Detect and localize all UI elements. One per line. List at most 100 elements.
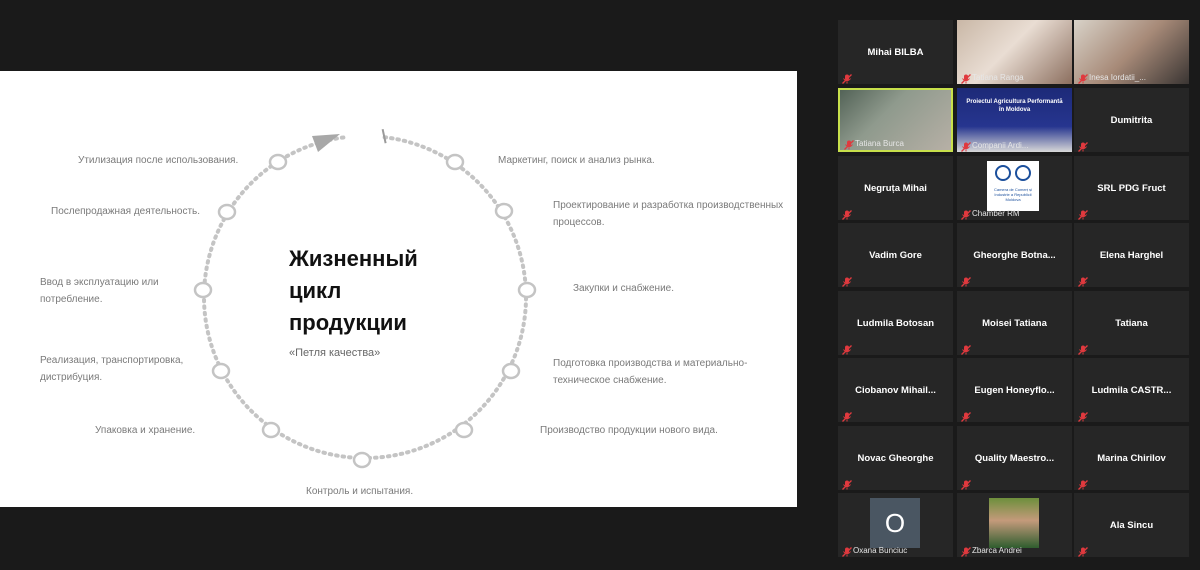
muted-mic-icon <box>1078 409 1088 422</box>
participant-label: Tatiana Burca <box>855 139 904 148</box>
participant-tile[interactable]: Camera de Comerț și Industrie a Republic… <box>957 156 1072 220</box>
participant-tile[interactable]: Zbarca Andrei <box>957 493 1072 557</box>
participant-tile[interactable]: Tatiana Burca <box>838 88 953 152</box>
loop-marker <box>211 362 231 380</box>
slide-subtitle: «Петля качества» <box>289 347 381 359</box>
step-after-sales: Послепродажная деятельность. <box>51 206 201 217</box>
muted-mic-icon <box>1078 139 1088 152</box>
participant-name: Negruța Mihai <box>864 182 927 194</box>
muted-mic-icon <box>1078 207 1088 220</box>
profile-photo <box>989 498 1039 548</box>
step-production: Производство продукции нового вида. <box>540 425 718 436</box>
muted-mic-icon <box>842 207 852 220</box>
muted-mic-icon <box>961 274 971 287</box>
participant-tile[interactable]: Quality Maestro... <box>957 426 1072 490</box>
participant-name: Ala Sincu <box>1109 519 1154 531</box>
loop-marker <box>352 451 372 469</box>
step-preparation: Подготовка производства и материально-те… <box>553 358 748 386</box>
participant-label: Tatiana Ranga <box>972 73 1024 82</box>
participant-label: Chamber RM <box>972 209 1020 218</box>
participant-tile[interactable]: Gheorghe Botna... <box>957 223 1072 287</box>
step-design: Проектирование и разработка производстве… <box>553 200 784 228</box>
participant-tile[interactable]: SRL PDG Fruct <box>1074 156 1189 220</box>
participant-name: Dumitrita <box>1110 114 1153 126</box>
muted-mic-icon <box>1078 274 1088 287</box>
chamber-logo: Camera de Comerț și Industrie a Republic… <box>987 161 1039 211</box>
participant-name: Ludmila Botosan <box>856 317 935 329</box>
muted-mic-icon <box>961 139 971 152</box>
muted-mic-icon <box>961 71 971 84</box>
chamber-logo-text: Camera de Comerț și Industrie a Republic… <box>993 187 1032 202</box>
participant-name: SRL PDG Fruct <box>1097 182 1166 194</box>
muted-mic-icon <box>842 71 852 84</box>
participant-tile[interactable]: Ludmila Botosan <box>838 291 953 355</box>
slide-title: Жизненный цикл продукции <box>289 246 418 335</box>
muted-mic-icon <box>842 342 852 355</box>
muted-mic-icon <box>842 477 852 490</box>
participant-name: Novac Gheorghe <box>857 452 934 464</box>
participant-tile[interactable]: Ala Sincu <box>1074 493 1189 557</box>
participant-label: Zbarca Andrei <box>972 546 1022 555</box>
loop-marker <box>261 421 281 439</box>
participant-tile[interactable]: Inesa Iordatii_... <box>1074 20 1189 84</box>
participant-tile[interactable]: Marina Chirilov <box>1074 426 1189 490</box>
participant-tile[interactable]: Moisei Tatiana <box>957 291 1072 355</box>
muted-mic-icon <box>961 207 971 220</box>
participant-name: Ciobanov Mihail... <box>855 384 936 396</box>
muted-mic-icon <box>1078 477 1088 490</box>
participant-tile[interactable]: Tatiana <box>1074 291 1189 355</box>
globe-icon <box>993 165 1033 183</box>
participant-tile[interactable]: Proiectul Agricultura Performantă în Mol… <box>957 88 1072 152</box>
participant-label: Companii Ardi... <box>972 141 1029 150</box>
step-disposal: Утилизация после использования. <box>78 155 239 166</box>
participant-tile[interactable]: Ciobanov Mihail... <box>838 358 953 422</box>
participant-name: Mihai BILBA <box>867 46 924 58</box>
muted-mic-icon <box>1078 544 1088 557</box>
step-distribution: Реализация, транспортировка, дистрибуция… <box>40 355 184 383</box>
participant-tile[interactable]: Ludmila CASTR... <box>1074 358 1189 422</box>
participant-tile[interactable]: Elena Harghel <box>1074 223 1189 287</box>
loop-marker <box>501 362 521 380</box>
participant-name: Elena Harghel <box>1099 249 1164 261</box>
loop-marker <box>454 421 474 439</box>
participant-tile[interactable]: Novac Gheorghe <box>838 426 953 490</box>
loop-marker <box>445 153 465 171</box>
muted-mic-icon <box>842 409 852 422</box>
participant-name: Quality Maestro... <box>974 452 1055 464</box>
step-procurement: Закупки и снабжение. <box>573 283 675 294</box>
participant-name: Gheorghe Botna... <box>973 249 1056 261</box>
participant-tile[interactable]: Tatiana Ranga <box>957 20 1072 84</box>
shared-slide: Жизненный цикл продукции «Петля качества… <box>0 71 797 507</box>
participant-name: Vadim Gore <box>869 249 922 261</box>
muted-mic-icon <box>961 409 971 422</box>
participant-name: Eugen Honeyflo... <box>974 384 1055 396</box>
participant-name: Ludmila CASTR... <box>1091 384 1172 396</box>
participant-tile[interactable]: Vadim Gore <box>838 223 953 287</box>
step-marketing: Маркетинг, поиск и анализ рынка. <box>498 155 655 166</box>
loop-marker <box>268 153 288 171</box>
video-banner-text: Proiectul Agricultura Performantă în Mol… <box>966 99 1063 113</box>
participant-name: Tatiana <box>1115 317 1148 329</box>
participant-name: Marina Chirilov <box>1097 452 1166 464</box>
muted-mic-icon <box>961 342 971 355</box>
participant-label: Oxana Bunciuc <box>853 546 908 555</box>
step-control: Контроль и испытания. <box>306 486 414 497</box>
muted-mic-icon <box>844 137 854 150</box>
participant-label: Inesa Iordatii_... <box>1089 73 1146 82</box>
participant-tile[interactable]: Dumitrita <box>1074 88 1189 152</box>
loop-marker <box>494 202 514 220</box>
participant-tile[interactable]: O Oxana Bunciuc <box>838 493 953 557</box>
participant-tile[interactable]: Eugen Honeyflo... <box>957 358 1072 422</box>
participant-tile[interactable]: Mihai BILBA <box>838 20 953 84</box>
muted-mic-icon <box>1078 342 1088 355</box>
muted-mic-icon <box>842 544 852 557</box>
muted-mic-icon <box>842 274 852 287</box>
loop-marker <box>517 281 537 299</box>
avatar: O <box>870 498 920 548</box>
muted-mic-icon <box>1078 71 1088 84</box>
step-commissioning: Ввод в эксплуатацию или потребление. <box>40 277 159 305</box>
loop-marker <box>193 281 213 299</box>
muted-mic-icon <box>961 477 971 490</box>
participant-tile[interactable]: Negruța Mihai <box>838 156 953 220</box>
loop-arrowhead <box>312 134 340 152</box>
